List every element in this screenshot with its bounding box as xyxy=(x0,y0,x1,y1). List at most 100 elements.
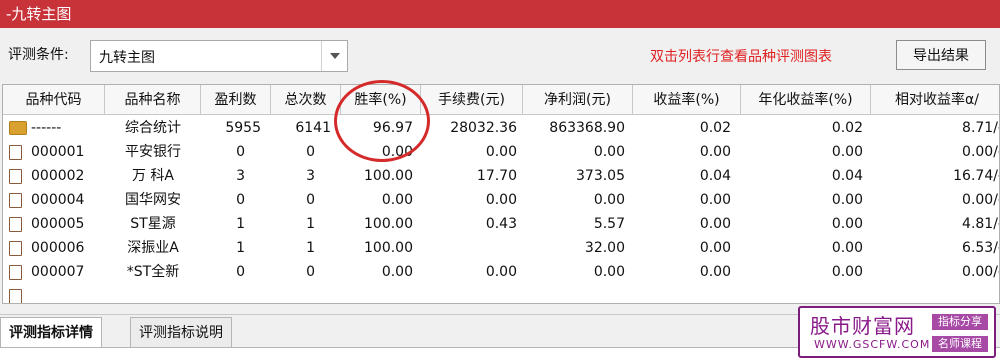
col-header-fee[interactable]: 手续费(元) xyxy=(421,85,523,115)
cell-fee: 0.43 xyxy=(485,216,517,232)
cell-winrate: 100.00 xyxy=(364,216,413,232)
tab-indicator-explanation[interactable]: 评测指标说明 xyxy=(130,317,232,347)
cell-fee: 28032.36 xyxy=(450,120,517,136)
cell-annual: 0.00 xyxy=(831,216,863,232)
document-icon xyxy=(9,289,22,303)
cell-total: 0 xyxy=(306,192,315,208)
watermark-url: WWW.GSCFW.COM xyxy=(814,338,931,351)
cell-total: 1 xyxy=(306,216,315,232)
table-row[interactable]: 000006 深振业A 1 1 100.00 32.00 0.00 0.00 6… xyxy=(3,236,1000,260)
watermark-tag-course: 名师课程 xyxy=(932,336,988,352)
cell-net: 0.00 xyxy=(593,264,625,280)
document-icon xyxy=(9,169,22,184)
col-header-alpha[interactable]: 相对收益率α/ xyxy=(871,85,999,115)
col-header-name[interactable]: 品种名称 xyxy=(105,85,201,115)
cell-net: 0.00 xyxy=(593,144,625,160)
double-click-hint: 双击列表行查看品种评测图表 xyxy=(650,49,832,65)
cell-net: 0.00 xyxy=(593,192,625,208)
cell-profit: 1 xyxy=(236,240,245,256)
cell-fee: 0.00 xyxy=(485,264,517,280)
cell-return: 0.00 xyxy=(699,240,731,256)
cell-return: 0.00 xyxy=(699,264,731,280)
cell-code: 000005 xyxy=(31,216,85,232)
cell-code: 000006 xyxy=(31,240,85,256)
cell-code: 000001 xyxy=(31,144,85,160)
cell-annual: 0.00 xyxy=(831,264,863,280)
document-icon xyxy=(9,265,22,280)
cell-name: 深振业A xyxy=(127,240,179,256)
cell-code: 000007 xyxy=(31,264,85,280)
cell-winrate: 0.00 xyxy=(381,192,413,208)
window-title: -九转主图 xyxy=(6,5,72,23)
table-row[interactable]: 000004 国华网安 0 0 0.00 0.00 0.00 0.00 0.00… xyxy=(3,188,1000,212)
cell-profit: 0 xyxy=(236,264,245,280)
condition-select[interactable]: 九转主图 xyxy=(90,40,348,72)
watermark-tag-share: 指标分享 xyxy=(932,314,988,330)
cell-profit: 3 xyxy=(236,168,245,184)
cell-name: ST星源 xyxy=(130,216,176,232)
cell-annual: 0.02 xyxy=(831,120,863,136)
table-row[interactable]: 000007 *ST全新 0 0 0.00 0.00 0.00 0.00 0.0… xyxy=(3,260,1000,284)
col-header-net-profit[interactable]: 净利润(元) xyxy=(523,85,633,115)
table-header: 品种代码 品种名称 盈利数 总次数 胜率(%) 手续费(元) 净利润(元) 收益… xyxy=(3,85,999,115)
cell-fee: 0.00 xyxy=(485,144,517,160)
cell-name: 国华网安 xyxy=(125,192,181,208)
cell-alpha: 16.74/- xyxy=(953,168,1000,184)
cell-profit: 0 xyxy=(236,192,245,208)
cell-fee: 17.70 xyxy=(476,168,517,184)
watermark-badge: 股市财富网 WWW.GSCFW.COM 指标分享 名师课程 xyxy=(798,306,996,358)
table-row[interactable]: 000005 ST星源 1 1 100.00 0.43 5.57 0.00 0.… xyxy=(3,212,1000,236)
col-header-total-count[interactable]: 总次数 xyxy=(271,85,341,115)
col-header-code[interactable]: 品种代码 xyxy=(3,85,105,115)
document-icon xyxy=(9,241,22,256)
table-row[interactable]: ------ 综合统计 5955 6141 96.97 28032.36 863… xyxy=(3,116,1000,140)
cell-winrate: 0.00 xyxy=(381,264,413,280)
cell-annual: 0.00 xyxy=(831,192,863,208)
cell-return: 0.00 xyxy=(699,192,731,208)
cell-code: ------ xyxy=(31,120,62,136)
results-table: 品种代码 品种名称 盈利数 总次数 胜率(%) 手续费(元) 净利润(元) 收益… xyxy=(2,84,1000,304)
cell-alpha: 0.00/- xyxy=(962,192,1000,208)
cell-annual: 0.00 xyxy=(831,144,863,160)
cell-alpha: 6.53/- xyxy=(962,240,1000,256)
cell-name: 综合统计 xyxy=(125,120,181,136)
cell-annual: 0.00 xyxy=(831,240,863,256)
table-row-partial[interactable] xyxy=(3,284,999,303)
win-rate-highlight-circle xyxy=(334,80,430,162)
cell-profit: 0 xyxy=(236,144,245,160)
cell-net: 863368.90 xyxy=(549,120,625,136)
cell-alpha: 8.71/- xyxy=(962,120,1000,136)
cell-return: 0.00 xyxy=(699,144,731,160)
cell-annual: 0.04 xyxy=(831,168,863,184)
cell-fee: 0.00 xyxy=(485,192,517,208)
window-title-bar: -九转主图 xyxy=(0,0,1000,28)
cell-winrate: 100.00 xyxy=(364,168,413,184)
cell-alpha: 0.00/- xyxy=(962,264,1000,280)
cell-return: 0.04 xyxy=(699,168,731,184)
document-icon xyxy=(9,145,22,160)
chevron-down-icon[interactable] xyxy=(321,41,347,71)
cell-total: 0 xyxy=(306,144,315,160)
folder-icon xyxy=(9,121,27,135)
col-header-profit-count[interactable]: 盈利数 xyxy=(201,85,271,115)
cell-total: 1 xyxy=(306,240,315,256)
cell-total: 6141 xyxy=(295,120,331,136)
col-header-return[interactable]: 收益率(%) xyxy=(633,85,741,115)
tab-indicator-details[interactable]: 评测指标详情 xyxy=(0,317,102,347)
cell-net: 373.05 xyxy=(576,168,625,184)
cell-alpha: 4.81/- xyxy=(962,216,1000,232)
cell-net: 32.00 xyxy=(584,240,625,256)
col-header-annual-return[interactable]: 年化收益率(%) xyxy=(741,85,871,115)
document-icon xyxy=(9,193,22,208)
cell-code: 000004 xyxy=(31,192,85,208)
condition-selected-value: 九转主图 xyxy=(99,50,155,66)
document-icon xyxy=(9,217,22,232)
watermark-title: 股市财富网 xyxy=(810,314,915,338)
table-row[interactable]: 000001 平安银行 0 0 0.00 0.00 0.00 0.00 0.00… xyxy=(3,140,999,164)
cell-name: 万 科A xyxy=(131,168,175,184)
cell-total: 0 xyxy=(306,264,315,280)
condition-label: 评测条件: xyxy=(8,47,69,63)
cell-name: *ST全新 xyxy=(126,264,180,280)
export-results-button[interactable]: 导出结果 xyxy=(896,40,986,70)
table-row[interactable]: 000002 万 科A 3 3 100.00 17.70 373.05 0.04… xyxy=(3,164,1000,188)
